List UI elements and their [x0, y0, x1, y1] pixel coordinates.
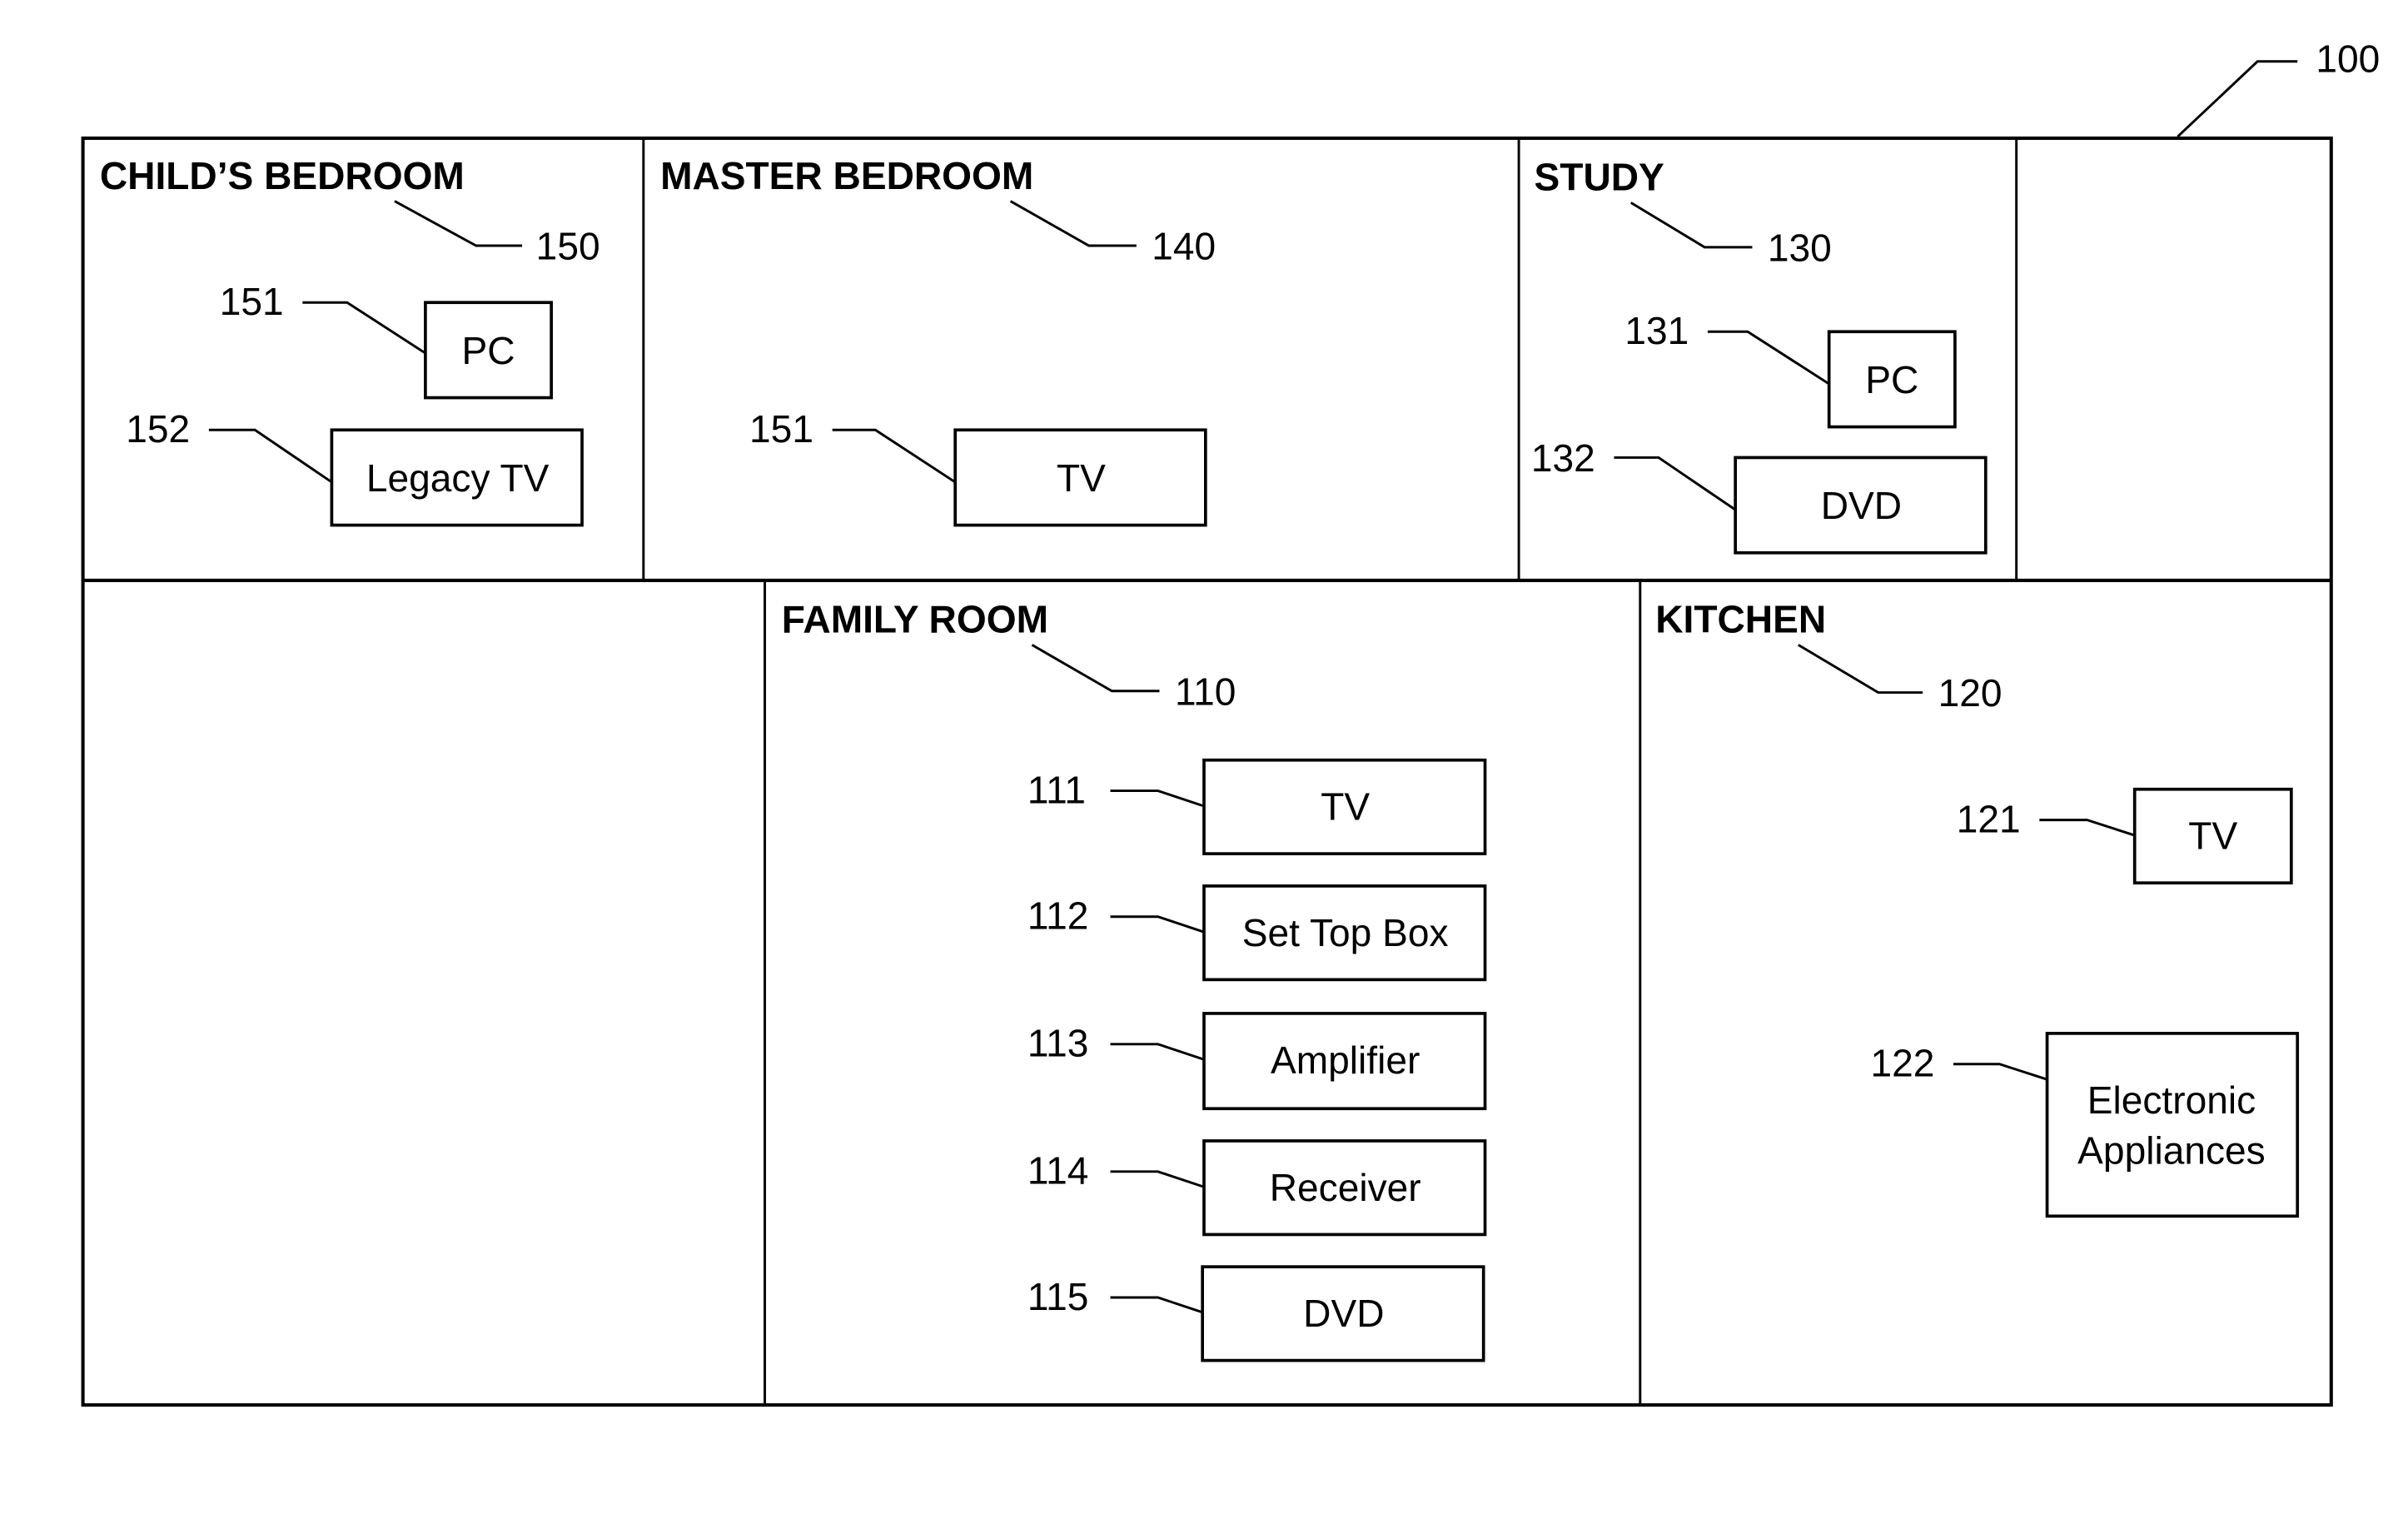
home-floor-plan-diagram: 100 CHILD’S BEDROOM 150 151 PC 152 Legac…	[81, 37, 2380, 1407]
device-dvd-115[interactable]: 115 DVD	[1027, 1265, 1485, 1362]
device-receiver-114[interactable]: 114 Receiver	[1027, 1139, 1487, 1237]
room-leader-140	[1009, 200, 1137, 247]
device-leader-line	[1110, 915, 1205, 934]
room-leader-120	[1798, 644, 1923, 695]
room-study: STUDY 130 131 PC 132 DVD	[1531, 156, 1988, 555]
figure-reference-100: 100	[2177, 37, 2380, 138]
device-tv-111[interactable]: 111 TV	[1027, 758, 1487, 856]
room-reference-120: 120	[1938, 671, 2003, 715]
device-reference: 152	[126, 407, 190, 451]
device-leader-line	[1110, 1170, 1205, 1188]
device-leader-line	[1110, 1296, 1205, 1314]
device-reference: 111	[1027, 768, 1086, 811]
empty-room-top-right	[2018, 140, 2330, 579]
device-electronic-appliances-122[interactable]: 122 Electronic Appliances	[1870, 1032, 2300, 1218]
room-leader-150	[394, 200, 523, 247]
device-leader-line	[1110, 789, 1205, 808]
device-box-receiver[interactable]	[1202, 1139, 1487, 1237]
device-pc-131[interactable]: 131 PC	[1624, 309, 1957, 429]
device-leader-line	[832, 428, 957, 484]
device-reference: 122	[1870, 1042, 1934, 1085]
figure-leader-line	[2177, 60, 2298, 138]
device-leader-line	[2039, 819, 2136, 837]
device-box-tv[interactable]	[1202, 758, 1487, 856]
room-leader-130	[1629, 202, 1753, 249]
room-title-family-room: FAMILY ROOM	[782, 598, 1048, 641]
device-box-legacy-tv[interactable]	[330, 428, 584, 527]
figure-reference-number: 100	[2316, 37, 2380, 81]
room-title-master-bedroom: MASTER BEDROOM	[660, 154, 1033, 197]
room-reference-140: 140	[1152, 225, 1216, 268]
room-childs-bedroom: CHILD’S BEDROOM 150 151 PC 152 Legacy TV	[100, 154, 600, 527]
room-master-bedroom: MASTER BEDROOM 140 151 TV	[660, 154, 1216, 527]
device-reference: 114	[1027, 1149, 1088, 1193]
device-box-dvd[interactable]	[1734, 456, 1988, 555]
device-reference: 115	[1027, 1275, 1088, 1318]
room-title-childs-bedroom: CHILD’S BEDROOM	[100, 154, 465, 197]
device-reference: 113	[1027, 1022, 1088, 1065]
device-reference: 121	[1957, 797, 2021, 840]
device-reference: 151	[220, 280, 284, 323]
device-box-dvd[interactable]	[1201, 1265, 1485, 1362]
device-amplifier-113[interactable]: 113 Amplifier	[1027, 1012, 1487, 1111]
device-reference: 132	[1531, 436, 1595, 480]
device-reference: 151	[749, 407, 813, 451]
device-leader-line	[1110, 1043, 1205, 1061]
room-title-kitchen: KITCHEN	[1655, 598, 1826, 641]
device-set-top-box-112[interactable]: 112 Set Top Box	[1027, 884, 1487, 982]
device-tv-151[interactable]: 151 TV	[749, 407, 1207, 527]
device-box-electronic-appliances[interactable]	[2045, 1032, 2300, 1218]
room-leader-110	[1031, 644, 1160, 693]
device-leader-line	[1953, 1063, 2048, 1081]
device-leader-line	[1614, 456, 1736, 511]
device-box-set-top-box[interactable]	[1202, 884, 1487, 982]
device-legacy-tv-152[interactable]: 152 Legacy TV	[126, 407, 584, 527]
device-box-tv[interactable]	[2132, 787, 2293, 885]
device-tv-121[interactable]: 121 TV	[1957, 787, 2293, 885]
empty-room-bottom-left	[84, 582, 763, 1403]
device-leader-line	[1707, 330, 1830, 386]
device-pc-151[interactable]: 151 PC	[220, 280, 553, 400]
device-leader-line	[208, 428, 333, 484]
device-dvd-132[interactable]: 132 DVD	[1531, 436, 1988, 555]
device-reference: 112	[1027, 894, 1088, 938]
device-box-pc[interactable]	[424, 301, 553, 400]
room-reference-150: 150	[536, 225, 600, 268]
room-reference-110: 110	[1175, 670, 1236, 713]
device-reference: 131	[1624, 309, 1689, 352]
room-title-study: STUDY	[1535, 156, 1664, 199]
device-box-amplifier[interactable]	[1202, 1012, 1487, 1111]
room-reference-130: 130	[1768, 226, 1832, 269]
device-leader-line	[302, 301, 426, 355]
device-box-tv[interactable]	[953, 428, 1207, 527]
room-kitchen: KITCHEN 120 121 TV 122 Electronic Applia…	[1655, 598, 2300, 1218]
device-box-pc[interactable]	[1827, 330, 1957, 429]
room-family-room: FAMILY ROOM 110 111 TV 112 Set Top Box 1…	[782, 598, 1487, 1362]
